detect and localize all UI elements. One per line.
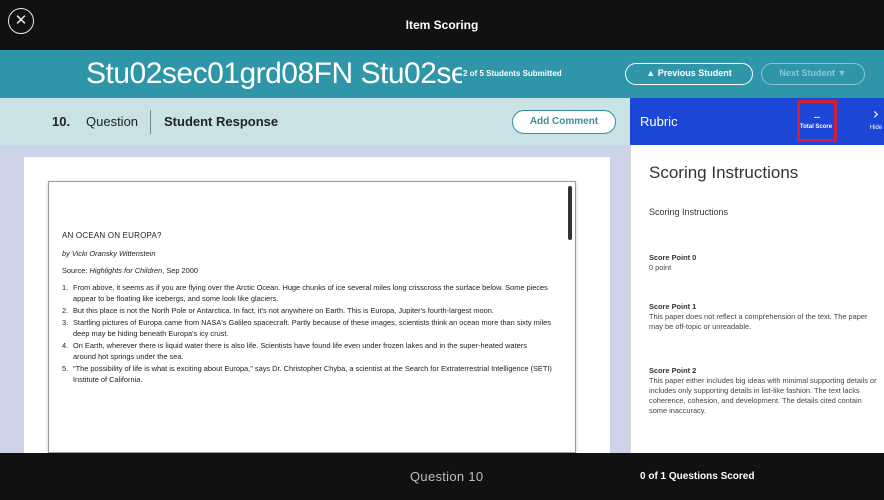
source-prefix: Source: <box>62 266 90 275</box>
question-header: 10. Question Student Response Add Commen… <box>0 98 630 145</box>
rubric-header: Rubric -- Total Score › Hide <box>630 98 884 145</box>
score-point-title: Score Point 0 <box>649 253 697 262</box>
scoring-instructions-subheading: Scoring Instructions <box>649 207 729 217</box>
paragraph-text: Startling pictures of Europa came from N… <box>73 318 551 338</box>
add-comment-button[interactable]: Add Comment <box>512 110 616 134</box>
tab-student-response[interactable]: Student Response <box>164 98 278 145</box>
paragraph-number: 5. <box>62 364 69 373</box>
submitted-count: 2 of 5 Students Submitted <box>463 69 562 78</box>
paragraph-number: 2. <box>62 306 69 315</box>
paragraph-number: 4. <box>62 341 69 350</box>
score-point-title: Score Point 2 <box>649 366 697 375</box>
hide-rubric-button[interactable]: › Hide <box>868 104 884 140</box>
score-point: Score Point 2 This paper either includes… <box>649 366 881 416</box>
response-area: AN OCEAN ON EUROPA? by Vicki Oransky Wit… <box>0 145 630 453</box>
total-score-label: Total Score <box>799 124 833 130</box>
score-point-title: Score Point 1 <box>649 302 697 311</box>
list-item: 4. On Earth, wherever there is liquid wat… <box>62 340 552 362</box>
page-title: Item Scoring <box>405 18 479 32</box>
score-point: Score Point 1 This paper does not reflec… <box>649 302 881 332</box>
paragraph-text: "The possibility of life is what is exci… <box>73 364 552 384</box>
document-scrollbar[interactable] <box>568 186 572 240</box>
next-student-button[interactable]: Next Student ▼ <box>761 63 865 85</box>
response-document[interactable]: AN OCEAN ON EUROPA? by Vicki Oransky Wit… <box>48 181 576 453</box>
footer-question-indicator: Question 10 <box>410 469 484 484</box>
footer-bar: Question 10 0 of 1 Questions Scored <box>0 453 884 500</box>
student-header: Stu02sec01grd08FN Stu02sec01grd08 2 of 5… <box>0 50 884 98</box>
previous-student-button[interactable]: ▲ Previous Student <box>625 63 753 85</box>
list-item: 2. But this place is not the North Pole o… <box>62 305 552 316</box>
paragraph-number: 1. <box>62 283 69 292</box>
scoring-instructions-heading: Scoring Instructions <box>649 163 799 182</box>
total-score-button[interactable]: -- Total Score <box>797 100 837 142</box>
document-source: Source: Highlights for Children, Sep 200… <box>62 265 552 276</box>
paragraph-text: But this place is not the North Pole or … <box>73 306 494 315</box>
chevron-right-icon: › <box>872 104 880 123</box>
document-content: AN OCEAN ON EUROPA? by Vicki Oransky Wit… <box>62 230 552 386</box>
tab-divider <box>150 110 151 134</box>
paragraph-list: 1. From above, it seems as if you are fly… <box>62 282 552 385</box>
source-publication: Highlights for Children <box>89 266 163 275</box>
top-bar: ✕ Item Scoring <box>0 0 884 50</box>
list-item: 5. "The possibility of life is what is ex… <box>62 363 552 385</box>
score-point: Score Point 0 0 point <box>649 253 881 273</box>
student-name: Stu02sec01grd08FN Stu02sec01grd08 <box>86 57 462 90</box>
questions-scored-status: 0 of 1 Questions Scored <box>640 471 755 482</box>
paragraph-text: On Earth, wherever there is liquid water… <box>73 341 527 361</box>
hide-label: Hide <box>869 125 883 131</box>
response-paper: AN OCEAN ON EUROPA? by Vicki Oransky Wit… <box>24 157 610 453</box>
list-item: 1. From above, it seems as if you are fly… <box>62 282 552 304</box>
paragraph-text: From above, it seems as if you are flyin… <box>73 283 548 303</box>
score-point-text: This paper either includes big ideas wit… <box>649 376 877 415</box>
document-author: by Vicki Oransky Wittenstein <box>62 249 156 258</box>
document-title: AN OCEAN ON EUROPA? <box>62 231 162 240</box>
list-item: 3. Startling pictures of Europa came from… <box>62 317 552 339</box>
paragraph-number: 3. <box>62 318 69 327</box>
rubric-label: Rubric <box>640 114 678 129</box>
question-number: 10. <box>52 114 71 129</box>
score-point-text: This paper does not reflect a comprehens… <box>649 312 868 331</box>
total-score-value: -- <box>814 112 820 122</box>
tab-question[interactable]: Question <box>86 98 138 145</box>
source-date: , Sep 2000 <box>162 266 199 275</box>
score-point-text: 0 point <box>649 263 672 272</box>
rubric-panel: Scoring Instructions Scoring Instruction… <box>630 145 884 453</box>
